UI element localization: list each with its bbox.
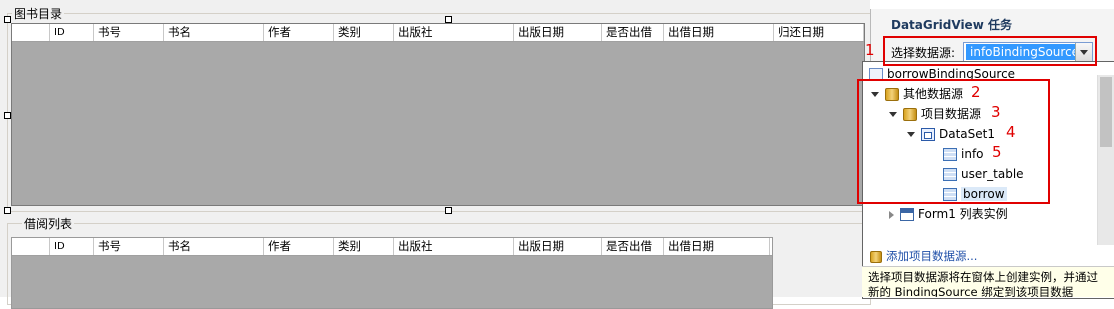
resize-handle[interactable] [445,207,452,214]
dropdown-description: 选择项目数据源将在窗体上创建实例，并通过新的 BindingSource 绑定到… [862,266,1114,297]
smart-tag-title: DataGridView 任务 [891,18,1012,32]
form-designer-surface: 图书目录 ID 书号 书名 作者 类别 出版社 出版日期 是否出借 出借日期 归… [0,0,882,309]
form-icon [900,208,914,221]
collapsed-arrow-icon[interactable] [889,210,894,219]
column-header[interactable]: 归还日期 [774,24,864,41]
annotation-number: 5 [992,143,1002,161]
annotation-number: 1 [865,41,875,59]
annotation-box-tree [857,79,1050,204]
column-header[interactable]: 出版社 [394,238,514,255]
resize-handle[interactable] [4,112,11,119]
borrow-groupbox-title: 借阅列表 [22,215,75,232]
dropdown-scrollbar[interactable] [1097,75,1114,245]
scrollbar-thumb[interactable] [1100,77,1112,147]
annotation-number: 3 [991,103,1001,121]
column-header[interactable]: 是否出借 [602,238,664,255]
column-header[interactable]: 书号 [94,238,164,255]
selection-frame [7,19,447,210]
column-header[interactable]: 书名 [164,238,264,255]
resize-handle[interactable] [445,16,452,23]
resize-handle[interactable] [4,207,11,214]
annotation-number: 4 [1006,123,1016,141]
column-header[interactable]: 出版日期 [514,238,602,255]
database-add-icon [870,250,882,263]
column-header[interactable]: 出版日期 [514,24,602,41]
borrow-datagridview[interactable]: ID 书号 书名 作者 类别 出版社 出版日期 是否出借 出借日期 [11,237,773,309]
tree-item-form-instances[interactable]: Form1 列表实例 [889,205,1008,223]
column-header[interactable]: 作者 [264,238,334,255]
row-header-cell[interactable] [12,238,50,255]
borrow-grid-header: ID 书号 书名 作者 类别 出版社 出版日期 是否出借 出借日期 [12,238,772,256]
column-header[interactable]: 出借日期 [664,238,770,255]
column-header[interactable]: 出借日期 [664,24,774,41]
column-header[interactable]: 是否出借 [602,24,664,41]
annotation-number: 2 [971,83,981,101]
column-header[interactable]: 类别 [334,238,394,255]
column-header[interactable]: ID [50,238,94,255]
resize-handle[interactable] [4,16,11,23]
annotation-box-combobox [883,36,1097,66]
add-project-datasource-link[interactable]: 添加项目数据源... [870,248,977,264]
